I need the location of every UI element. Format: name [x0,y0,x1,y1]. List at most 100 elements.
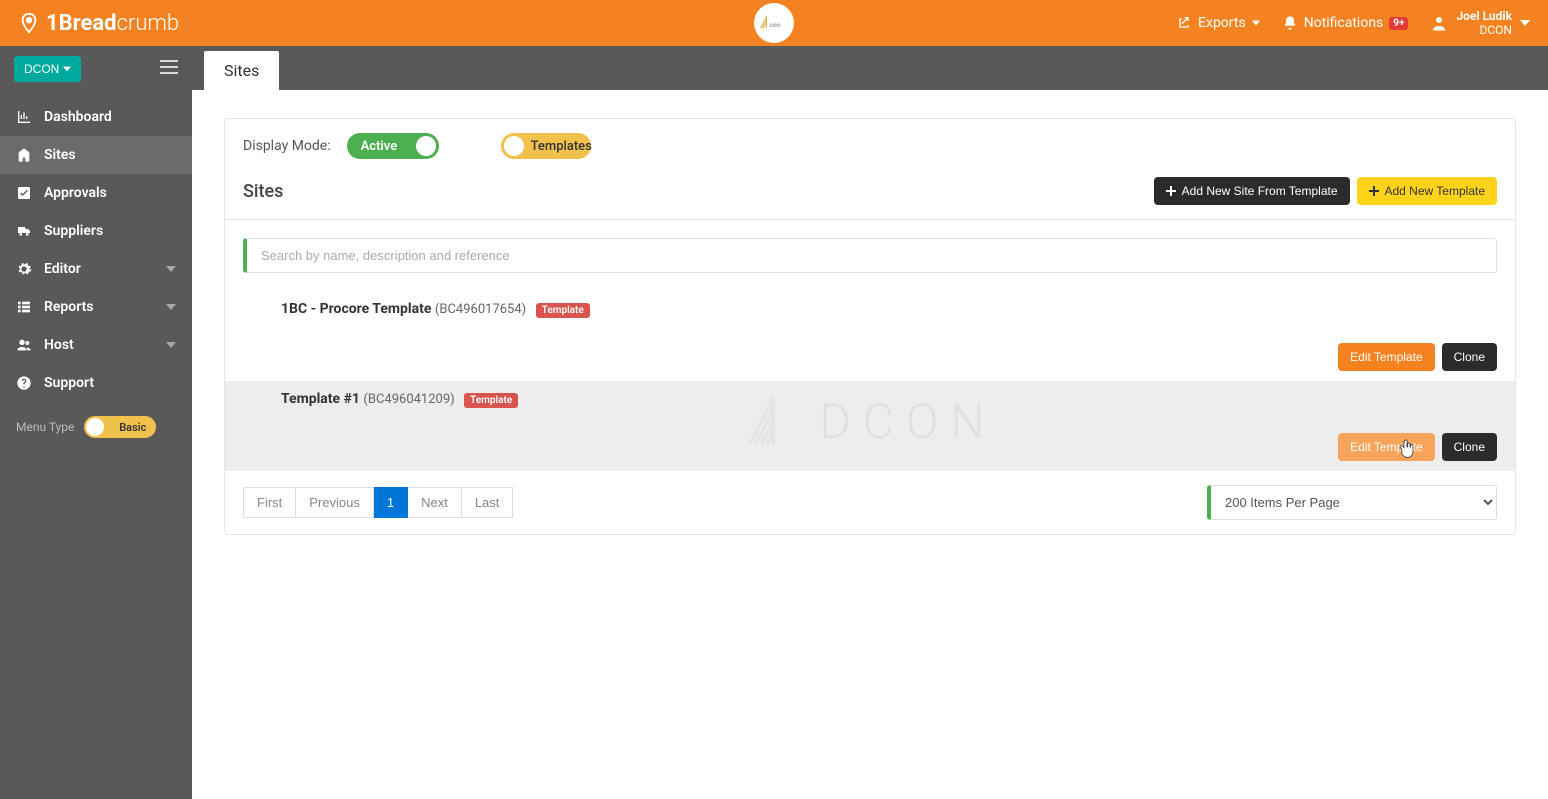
pagination: First Previous 1 Next Last [243,487,513,518]
org-selector-label: DCON [24,62,59,76]
users-icon [16,337,32,353]
list-icon [16,299,32,315]
gear-icon [16,261,32,277]
edit-template-button[interactable]: Edit Template [1338,433,1435,461]
btn-label: Edit Template [1350,350,1423,364]
exports-label: Exports [1198,15,1246,31]
site-name: Template #1 [281,391,360,407]
menu-type-toggle[interactable]: Basic [84,416,156,438]
user-icon [1430,14,1448,32]
nav-label: Editor [44,261,81,277]
site-name: 1BC - Procore Template [281,301,431,317]
caret-down-icon [63,65,71,73]
building-icon [16,147,32,163]
search-input[interactable] [243,238,1497,273]
cursor-hand-icon [1398,439,1416,461]
exports-menu[interactable]: Exports [1176,15,1260,31]
active-toggle-label: Active [361,139,398,154]
bell-icon [1282,15,1298,31]
brand-text-thin: crumb [117,11,180,36]
nav-suppliers[interactable]: Suppliers [0,212,192,250]
nav-label: Reports [44,299,94,315]
nav-label: Suppliers [44,223,103,239]
section-head: Sites Add New Site From Template Add New… [225,171,1515,220]
user-menu[interactable]: Joel Ludik DCON [1430,9,1530,38]
site-row[interactable]: DCON Template #1 (BC496041209) Template … [225,381,1515,471]
nav-label: Sites [44,147,76,163]
notifications-badge: 9+ [1389,17,1408,30]
nav-host[interactable]: Host [0,326,192,364]
brand-logo[interactable]: 1Breadcrumb [18,10,179,36]
page-next[interactable]: Next [408,487,462,518]
nav-support[interactable]: Support [0,364,192,402]
menu-type-row: Menu Type Basic [0,402,192,452]
pagination-row: First Previous 1 Next Last 200 Items Per… [225,471,1515,534]
templates-toggle[interactable]: Templates [501,133,591,159]
clone-button[interactable]: Clone [1442,343,1497,371]
toggle-knob [504,136,524,156]
org-selector[interactable]: DCON [14,56,81,82]
topbar: 1Breadcrumb con Exports Notifications 9+… [0,0,1548,46]
page-number[interactable]: 1 [374,487,408,518]
edit-template-button[interactable]: Edit Template [1338,343,1435,371]
section-title: Sites [243,181,283,202]
site-ref: (BC496041209) [363,392,454,407]
layout: DCON Dashboard Sites Approvals Su [0,46,1548,799]
chevron-down-icon [1520,18,1530,28]
nav-label: Host [44,337,74,353]
help-icon [16,375,32,391]
add-site-from-template-button[interactable]: Add New Site From Template [1154,177,1350,205]
main: Sites Display Mode: Active Templates [192,46,1548,799]
btn-label: Add New Template [1385,184,1486,198]
page-size-select[interactable]: 200 Items Per Page [1207,485,1497,520]
dcon-mini-icon: con [759,13,789,33]
chevron-down-icon [166,302,176,312]
btn-label: Clone [1454,440,1485,454]
nav-reports[interactable]: Reports [0,288,192,326]
display-mode-label: Display Mode: [243,138,331,154]
page-body: Display Mode: Active Templates Sites [192,90,1548,563]
hamburger-icon [160,60,178,74]
site-actions: Edit Template Clone [281,433,1497,461]
template-tag: Template [536,303,590,318]
nav-editor[interactable]: Editor [0,250,192,288]
clone-button[interactable]: Clone [1442,433,1497,461]
display-mode-row: Display Mode: Active Templates [225,119,1515,171]
user-text: Joel Ludik DCON [1456,9,1512,38]
export-icon [1176,15,1192,31]
svg-text:con: con [770,21,781,29]
chart-icon [16,109,32,125]
tab-label: Sites [224,61,259,80]
page-prev[interactable]: Previous [296,487,374,518]
sites-card: Display Mode: Active Templates Sites [224,118,1516,535]
nav-sites[interactable]: Sites [0,136,192,174]
nav-dashboard[interactable]: Dashboard [0,98,192,136]
notifications-label: Notifications [1304,15,1384,31]
sidebar-collapse-toggle[interactable] [160,60,178,78]
page-last[interactable]: Last [462,487,514,518]
nav-label: Approvals [44,185,107,201]
site-row[interactable]: 1BC - Procore Template (BC496017654) Tem… [225,291,1515,381]
user-org: DCON [1456,23,1512,37]
page-tab-sites[interactable]: Sites [204,51,279,90]
page-first[interactable]: First [243,487,296,518]
center-org-logo: con [754,3,794,43]
nav-label: Support [44,375,94,391]
nav-approvals[interactable]: Approvals [0,174,192,212]
menu-type-value: Basic [119,421,146,434]
add-new-template-button[interactable]: Add New Template [1357,177,1498,205]
chevron-down-icon [166,340,176,350]
sidebar-top: DCON [0,46,192,92]
brand-text-bold: 1Bread [46,11,117,36]
active-toggle[interactable]: Active [347,133,439,159]
topbar-right: Exports Notifications 9+ Joel Ludik DCON [1176,9,1530,38]
check-icon [16,185,32,201]
btn-label: Add New Site From Template [1182,184,1338,198]
org-logo-circle: con [754,3,794,43]
btn-label: Clone [1454,350,1485,364]
template-tag: Template [464,393,518,408]
pin-icon [18,10,40,36]
notifications-menu[interactable]: Notifications 9+ [1282,15,1409,31]
menu-type-label: Menu Type [16,420,74,434]
plus-icon [1166,186,1176,196]
